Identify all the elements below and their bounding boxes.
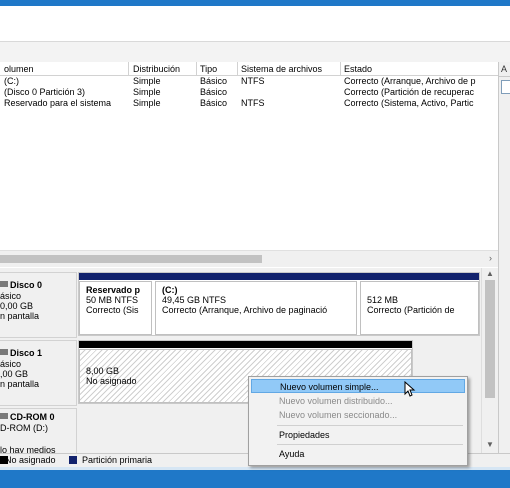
menu-item-label: Nuevo volumen seccionado... bbox=[279, 410, 398, 420]
volume-list[interactable]: olumen Distribución Tipo Sistema de arch… bbox=[0, 62, 498, 269]
horizontal-scrollbar[interactable]: › bbox=[0, 250, 498, 267]
volume-row[interactable]: Reservado para el sistema Simple Básico … bbox=[0, 98, 498, 109]
disk-name: Disco 1 bbox=[10, 348, 43, 358]
volume-layout: Simple bbox=[133, 98, 161, 108]
volume-layout: Simple bbox=[133, 87, 161, 97]
partition-size: 50 MB NTFS bbox=[86, 295, 139, 305]
volume-status: Correcto (Partición de recuperac bbox=[344, 87, 475, 97]
actions-pane-header: A bbox=[501, 64, 508, 74]
legend-primary: Partición primaria bbox=[82, 455, 153, 465]
volume-name: (Disco 0 Partición 3) bbox=[4, 87, 86, 97]
partition-bar bbox=[360, 273, 479, 280]
volume-row[interactable]: (C:) Simple Básico NTFS Correcto (Arranq… bbox=[0, 76, 498, 87]
partition-status: No asignado bbox=[86, 376, 137, 386]
menu-item-new-striped-volume[interactable]: Nuevo volumen seccionado... bbox=[251, 408, 465, 422]
disk-label[interactable]: CD-ROM 0 D-ROM (D:) lo hay medios bbox=[0, 408, 77, 453]
menu-separator bbox=[277, 444, 463, 445]
disk-partitions: Reservado p 50 MB NTFS Correcto (Sis (C:… bbox=[78, 272, 480, 336]
volume-layout: Simple bbox=[133, 76, 161, 86]
partition-name: Reservado p bbox=[86, 285, 141, 295]
window-bottom-edge bbox=[0, 467, 510, 488]
scroll-down-icon[interactable]: ▼ bbox=[486, 440, 494, 449]
disk-state: n pantalla bbox=[0, 311, 40, 321]
column-header-filesystem[interactable]: Sistema de archivos bbox=[241, 63, 339, 75]
partition-bar bbox=[155, 273, 360, 280]
disk-size: 0,00 GB bbox=[0, 301, 34, 311]
unallocated-bar bbox=[79, 341, 412, 348]
partition-c[interactable]: (C:) 49,45 GB NTFS Correcto (Arranque, A… bbox=[155, 273, 360, 335]
disk-state: lo hay medios bbox=[0, 445, 56, 453]
vertical-scrollbar[interactable]: ▲ ▼ bbox=[481, 268, 498, 453]
window-header bbox=[0, 6, 510, 42]
actions-pane-item[interactable] bbox=[501, 80, 510, 94]
menu-item-label: Propiedades bbox=[279, 430, 330, 440]
menu-item-properties[interactable]: Propiedades bbox=[251, 428, 465, 442]
menu-item-help[interactable]: Ayuda bbox=[251, 447, 465, 461]
menu-separator bbox=[277, 425, 463, 426]
volume-status: Correcto (Sistema, Activo, Partic bbox=[344, 98, 474, 108]
volume-name: Reservado para el sistema bbox=[4, 98, 112, 108]
disk-size: ,00 GB bbox=[0, 369, 29, 379]
column-header-volume[interactable]: olumen bbox=[4, 63, 128, 75]
horizontal-scrollbar-thumb[interactable] bbox=[0, 255, 262, 263]
partition-reserved[interactable]: Reservado p 50 MB NTFS Correcto (Sis bbox=[79, 273, 155, 335]
column-header-status[interactable]: Estado bbox=[344, 63, 498, 75]
menu-item-label: Nuevo volumen simple... bbox=[280, 382, 379, 392]
partition-size: 512 MB bbox=[367, 295, 399, 305]
disk-row-0: Disco 0 ásico 0,00 GB n pantalla Reserva… bbox=[0, 272, 480, 338]
volume-list-header: olumen Distribución Tipo Sistema de arch… bbox=[0, 62, 498, 76]
partition-status: Correcto (Sis bbox=[86, 305, 139, 315]
disk-type: ásico bbox=[0, 291, 22, 301]
menu-item-label: Ayuda bbox=[279, 449, 305, 459]
partition-name: (C:) bbox=[162, 285, 178, 295]
volume-type: Básico bbox=[200, 98, 228, 108]
volume-status: Correcto (Arranque, Archivo de p bbox=[344, 76, 476, 86]
hard-disk-icon bbox=[0, 349, 8, 355]
disk-name: Disco 0 bbox=[10, 280, 43, 290]
column-header-type[interactable]: Tipo bbox=[200, 63, 236, 75]
partition-status: Correcto (Partición de bbox=[367, 305, 455, 315]
menu-item-new-spanned-volume[interactable]: Nuevo volumen distribuido... bbox=[251, 394, 465, 408]
disk-label[interactable]: Disco 1 ásico ,00 GB n pantalla bbox=[0, 340, 77, 406]
cdrom-icon bbox=[0, 413, 8, 419]
actions-pane: A bbox=[498, 62, 510, 462]
context-menu: Nuevo volumen simple... Nuevo volumen di… bbox=[248, 376, 468, 466]
partition-size: 8,00 GB bbox=[86, 366, 120, 376]
partition-bar bbox=[79, 273, 155, 280]
disk-label[interactable]: Disco 0 ásico 0,00 GB n pantalla bbox=[0, 272, 77, 338]
volume-filesystem: NTFS bbox=[241, 98, 265, 108]
volume-type: Básico bbox=[200, 76, 228, 86]
disk-type: ásico bbox=[0, 359, 22, 369]
toolbar-area bbox=[0, 42, 510, 63]
menu-item-label: Nuevo volumen distribuido... bbox=[279, 396, 393, 406]
menu-item-new-simple-volume[interactable]: Nuevo volumen simple... bbox=[251, 379, 465, 393]
volume-name: (C:) bbox=[4, 76, 19, 86]
scroll-up-icon[interactable]: ▲ bbox=[486, 269, 494, 278]
legend-unallocated: No asignado bbox=[5, 455, 56, 465]
column-header-layout[interactable]: Distribución bbox=[133, 63, 195, 75]
volume-filesystem: NTFS bbox=[241, 76, 265, 86]
volume-type: Básico bbox=[200, 87, 228, 97]
primary-partition-swatch bbox=[69, 456, 77, 464]
vertical-scrollbar-thumb[interactable] bbox=[485, 280, 495, 398]
hard-disk-icon bbox=[0, 281, 8, 287]
partition-recovery[interactable]: 512 MB Correcto (Partición de bbox=[360, 273, 479, 335]
disk-type: D-ROM (D:) bbox=[0, 423, 48, 433]
volume-row[interactable]: (Disco 0 Partición 3) Simple Básico Corr… bbox=[0, 87, 498, 98]
partition-size: 49,45 GB NTFS bbox=[162, 295, 227, 305]
partition-status: Correcto (Arranque, Archivo de paginació bbox=[162, 305, 328, 315]
disk-state: n pantalla bbox=[0, 379, 40, 389]
disk-name: CD-ROM 0 bbox=[10, 412, 55, 422]
scroll-right-icon[interactable]: › bbox=[489, 253, 492, 263]
mouse-pointer-icon bbox=[404, 381, 416, 397]
